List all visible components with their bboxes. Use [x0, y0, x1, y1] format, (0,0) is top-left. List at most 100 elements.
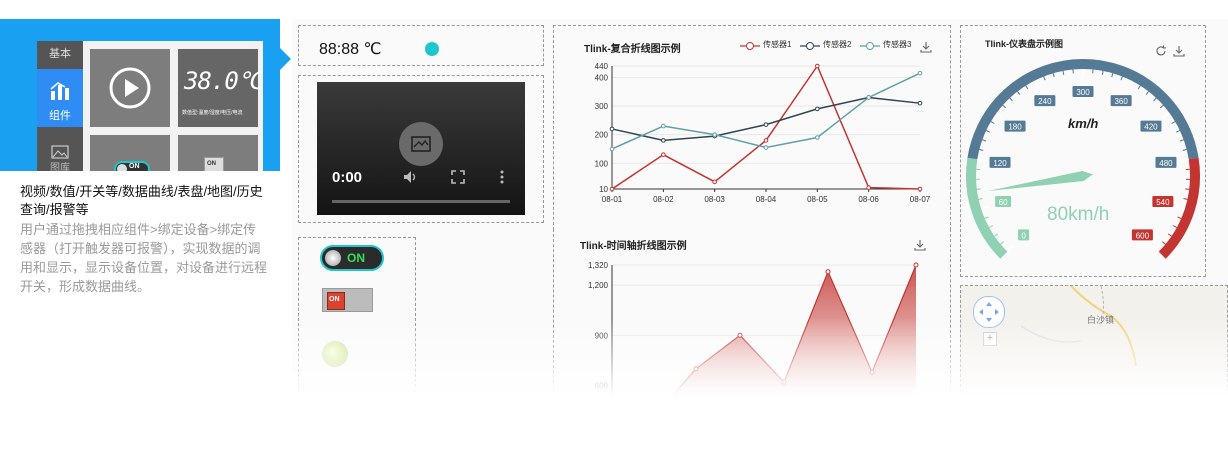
download-icon[interactable]: [914, 239, 926, 251]
data-point: [866, 185, 871, 190]
gauge-tick: [1182, 148, 1187, 151]
gauge-tick: [1111, 73, 1114, 78]
data-point: [661, 138, 666, 143]
red-power-switch[interactable]: ON: [322, 288, 373, 312]
data-point: [825, 269, 831, 275]
switch-label: ON: [347, 251, 365, 265]
gauge-tick: [1052, 73, 1055, 78]
more-options-icon[interactable]: [500, 170, 504, 184]
gauge-tick: [984, 216, 989, 219]
tab-basic[interactable]: 基本: [37, 45, 83, 61]
fullscreen-icon[interactable]: [451, 170, 465, 184]
y-tick-label: 400: [595, 73, 609, 82]
gauge-tick: [1006, 244, 1015, 253]
gauge-tick: [1185, 188, 1190, 190]
data-point: [763, 145, 769, 150]
legend-marker-1: [740, 42, 760, 50]
gauge-tick: [1173, 225, 1178, 228]
gauge-tick: [1179, 158, 1189, 162]
composite-line-chart: 10 100 200 300 400 440 08-01 08-02 08-03 08-04 08-…: [595, 62, 931, 204]
gauge-tick: [1162, 241, 1166, 245]
gauge-tick: [1033, 80, 1040, 90]
gauge-tick: [982, 139, 987, 142]
gauge-tick: [981, 205, 991, 210]
data-point: [917, 100, 923, 106]
series-line-2: [611, 96, 921, 142]
data-point: [917, 70, 923, 76]
gauge-value-text: 80km/h: [1047, 204, 1110, 225]
bar-chart-icon: [50, 82, 69, 100]
gauge-tick: [1183, 197, 1188, 200]
gauge-tick-label: 420: [1144, 123, 1158, 132]
gauge-arc-mid: [967, 59, 1199, 160]
chart2-title: Tlink-时间轴折线图示例: [580, 241, 687, 252]
switch-tile-knob: [117, 164, 127, 171]
gauge-tick: [1025, 85, 1029, 90]
gauge-tick-label: 0: [1021, 231, 1026, 240]
gauge-tick: [995, 112, 1005, 120]
x-tick-label: 08-03: [704, 195, 725, 204]
gauge-tick-label: 240: [1038, 97, 1052, 106]
gauge-tick: [994, 233, 999, 237]
palette-sidebar: 基本 组件 图库: [37, 41, 83, 171]
component-palette: 基本 组件 图库 38.0℃ 数值型:温度/湿度/电压/电流 ON ON: [37, 41, 263, 171]
video-tile[interactable]: [90, 49, 170, 127]
on-off-switch[interactable]: ON: [320, 245, 384, 271]
composite-line-chart-widget: Tlink-复合折线图示例 传感器1 传感器2 传感器3 10 100 200 300…: [553, 25, 951, 235]
bottom-fade-overlay: [292, 318, 1228, 461]
data-point: [661, 123, 666, 129]
digital-display-tile[interactable]: 38.0℃ 数值型:温度/湿度/电压/电流: [178, 49, 263, 127]
volume-icon[interactable]: [403, 170, 419, 184]
x-tick-label: 08-06: [858, 195, 879, 204]
gauge-tick: [978, 197, 983, 200]
gauge-unit: km/h: [1068, 116, 1099, 131]
data-point: [815, 63, 820, 69]
red-switch-label: ON: [329, 296, 340, 303]
data-point: [712, 179, 717, 185]
gauge-tick: [988, 225, 993, 228]
gauge-tick: [1167, 233, 1172, 237]
y-tick-label: 200: [595, 131, 609, 140]
tab-components[interactable]: 组件: [37, 69, 83, 127]
image-icon: [51, 145, 69, 159]
toggle-button-tile[interactable]: ON: [178, 135, 258, 171]
tab-images[interactable]: 图库: [37, 141, 83, 171]
gauge-tick: [990, 121, 995, 124]
x-tick-label: 08-05: [807, 195, 828, 204]
gauge-tick: [1179, 139, 1184, 142]
gauge-tick: [1153, 97, 1157, 102]
y-tick-label: 1,200: [588, 281, 609, 290]
gauge-tick-label: 360: [1114, 97, 1128, 106]
gauge-tick: [977, 158, 987, 162]
temperature-widget[interactable]: 88:88 ℃: [298, 25, 544, 66]
download-icon[interactable]: [920, 41, 932, 53]
gauge-tick-label: 480: [1159, 159, 1173, 168]
gauge-tick-label: 600: [1136, 231, 1150, 240]
series-line-1: [611, 64, 921, 190]
gauge-tick: [1175, 205, 1185, 210]
data-point: [913, 262, 919, 268]
y-tick-label: 10: [599, 185, 608, 194]
video-widget: 0:00: [298, 75, 544, 223]
gauge-tick-label: 540: [1156, 198, 1170, 207]
tab-components-label: 组件: [49, 110, 71, 122]
gauge-tick: [1043, 76, 1046, 81]
gauge-tick: [1175, 129, 1181, 133]
video-progress-bar[interactable]: [332, 200, 510, 203]
gauge-tick: [1145, 91, 1149, 95]
gauge-tick: [1151, 244, 1160, 253]
gauge-tick: [1120, 76, 1123, 81]
gauge-tick-label: 120: [993, 159, 1007, 168]
y-tick-label: 300: [595, 102, 609, 111]
switch-tile[interactable]: ON: [90, 135, 170, 171]
digital-display-value: 38.0℃: [184, 67, 263, 95]
gauge-tick: [1159, 104, 1164, 109]
video-placeholder-icon: [399, 122, 443, 166]
video-player[interactable]: 0:00: [317, 82, 525, 215]
data-point: [763, 122, 769, 127]
gauge-tick: [1017, 91, 1021, 95]
x-tick-label: 08-04: [756, 195, 777, 204]
gauge-tick: [1137, 85, 1141, 90]
gauge-tick: [1161, 112, 1171, 120]
gauge-tick-label: 60: [999, 198, 1008, 207]
